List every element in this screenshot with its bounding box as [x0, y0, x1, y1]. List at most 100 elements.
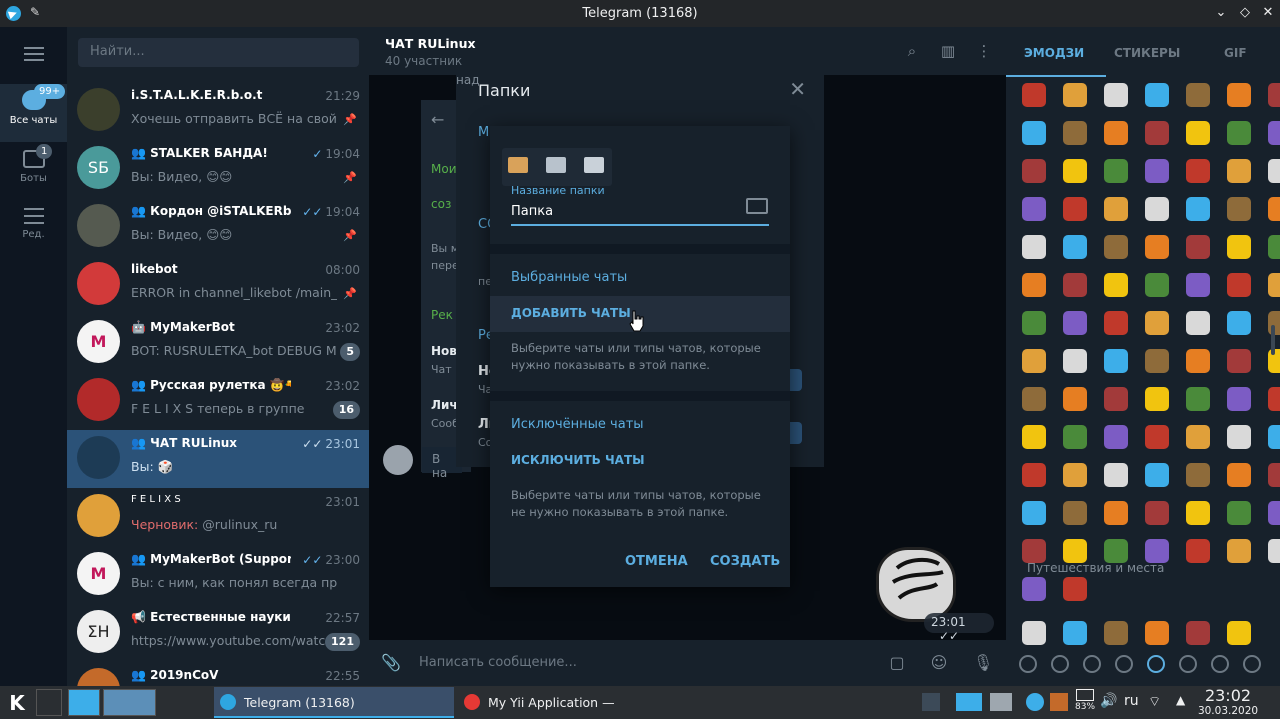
emoji-cell[interactable] [1063, 349, 1087, 373]
emoji-cell[interactable] [1145, 273, 1169, 297]
hamburger-menu-icon[interactable] [24, 47, 44, 61]
volume-icon[interactable]: 🔊 [1100, 693, 1118, 711]
keyboard-layout[interactable]: ru [1124, 693, 1139, 709]
emoji-cell[interactable] [1268, 539, 1280, 563]
emoji-cell[interactable] [1268, 273, 1280, 297]
emoji-cell[interactable] [1104, 387, 1128, 411]
emoji-cell[interactable] [1268, 387, 1280, 411]
folder-icon-option[interactable] [584, 157, 604, 173]
recent-icon[interactable] [1019, 655, 1037, 673]
emoji-cell[interactable] [1063, 159, 1087, 183]
emoji-cell[interactable] [1145, 387, 1169, 411]
rail-item-edit[interactable]: Ред. [0, 200, 67, 258]
create-button[interactable]: СОЗДАТЬ [710, 554, 780, 569]
chat-item[interactable]: M 👥 MyMakerBot (Support) ✓✓ 23:00 Вы: с н… [67, 546, 369, 604]
microphone-icon[interactable]: 🎙 [973, 653, 993, 673]
emoji-cell[interactable] [1022, 425, 1046, 449]
emoji-cell[interactable] [1022, 197, 1046, 221]
emoji-cell[interactable] [1227, 387, 1251, 411]
emoji-cell[interactable] [1022, 273, 1046, 297]
emoji-cell[interactable] [1063, 425, 1087, 449]
emoji-cell[interactable] [1268, 501, 1280, 525]
chat-item[interactable]: 👥 Кордон @iSTALKERbot ✓✓ 19:04 Вы: Видео,… [67, 198, 369, 256]
emoji-cell[interactable] [1186, 425, 1210, 449]
emoji-icon[interactable]: ☺ [929, 653, 949, 673]
emoji-cell[interactable] [1063, 463, 1087, 487]
emoji-cell[interactable] [1186, 501, 1210, 525]
emoji-cell[interactable] [1104, 425, 1128, 449]
emoji-cell[interactable] [1063, 539, 1087, 563]
app-launcher-icon[interactable]: K [4, 690, 30, 716]
back-arrow-icon[interactable]: ← [431, 110, 444, 129]
emoji-cell[interactable] [1104, 501, 1128, 525]
activity-icon[interactable] [1147, 655, 1165, 673]
emoji-cell[interactable] [1227, 197, 1251, 221]
smileys-icon[interactable] [1051, 655, 1069, 673]
folder-name-input[interactable]: Папка [511, 204, 553, 219]
emoji-cell[interactable] [1186, 197, 1210, 221]
emoji-cell[interactable] [1063, 121, 1087, 145]
chat-item[interactable]: M 🤖 MyMakerBot 23:02 BOT: RUSRULETKA_bot… [67, 314, 369, 372]
chat-item[interactable]: F E L I X S 23:01 Черновик: @rulinux_ru [67, 488, 369, 546]
chat-item[interactable]: SБ 👥 STALKER БАНДА! ✓ 19:04 Вы: Видео, 😊😊… [67, 140, 369, 198]
desktop-2[interactable] [103, 689, 156, 716]
emoji-cell[interactable] [1104, 159, 1128, 183]
trash-icon[interactable] [990, 693, 1012, 711]
tray-network-app-icon[interactable] [1026, 693, 1044, 711]
emoji-cell[interactable] [1022, 387, 1046, 411]
emoji-cell[interactable] [1145, 539, 1169, 563]
task-telegram[interactable]: Telegram (13168) [214, 687, 454, 718]
tab-emoji[interactable]: ЭМОДЗИ [1024, 46, 1084, 60]
peek-button[interactable] [790, 422, 802, 444]
chat-item[interactable]: 👥 Русская рулетка 🤠🔫 23:02 F E L I X S т… [67, 372, 369, 430]
emoji-cell[interactable] [1022, 121, 1046, 145]
emoji-cell[interactable] [1227, 463, 1251, 487]
emoji-cell[interactable] [1104, 235, 1128, 259]
objects-icon[interactable] [1211, 655, 1229, 673]
maximize-icon[interactable]: ◇ [1236, 4, 1254, 22]
emoji-cell[interactable] [1145, 501, 1169, 525]
close-window-icon[interactable]: ✕ [1259, 4, 1277, 22]
emoji-cell[interactable] [1104, 311, 1128, 335]
search-input[interactable]: Найти... [78, 38, 359, 67]
emoji-cell[interactable] [1186, 83, 1210, 107]
tab-gif[interactable]: GIF [1224, 46, 1247, 60]
emoji-cell[interactable] [1186, 235, 1210, 259]
emoji-cell[interactable] [1268, 463, 1280, 487]
rail-item-all-chats[interactable]: 99+ Все чаты [0, 84, 67, 142]
clock[interactable]: 23:02 30.03.2020 [1193, 686, 1263, 717]
tray-app-icon[interactable] [922, 693, 940, 711]
cancel-button[interactable]: ОТМЕНА [625, 554, 688, 569]
emoji-cell[interactable] [1104, 83, 1128, 107]
emoji-cell[interactable] [1186, 349, 1210, 373]
pin-icon[interactable]: ✎ [30, 5, 40, 19]
minimize-icon[interactable]: ⌄ [1212, 4, 1230, 22]
folder-icon[interactable] [746, 198, 768, 214]
emoji-cell[interactable] [1063, 197, 1087, 221]
emoji-cell[interactable] [1022, 83, 1046, 107]
emoji-cell[interactable] [1268, 159, 1280, 183]
emoji-cell[interactable] [1145, 159, 1169, 183]
emoji-cell[interactable] [1186, 121, 1210, 145]
emoji-cell[interactable] [1227, 83, 1251, 107]
emoji-cell[interactable] [1145, 83, 1169, 107]
message-input[interactable]: Написать сообщение... [419, 655, 577, 670]
emoji-cell[interactable] [1186, 159, 1210, 183]
emoji-cell[interactable] [1104, 197, 1128, 221]
sidebar-toggle-icon[interactable]: ▥ [939, 42, 957, 60]
chat-item[interactable]: ΣH 📢 Естественные науки 22:57 https://ww… [67, 604, 369, 662]
desktop-1[interactable] [68, 689, 100, 716]
sender-avatar[interactable] [383, 445, 413, 475]
emoji-cell[interactable] [1145, 235, 1169, 259]
emoji-cell[interactable] [1063, 235, 1087, 259]
folder-icon-option[interactable] [508, 157, 528, 173]
more-options-icon[interactable]: ⋮ [975, 42, 993, 60]
emoji-cell[interactable] [1022, 159, 1046, 183]
emoji-cell[interactable] [1063, 577, 1087, 601]
file-manager-icon[interactable] [956, 693, 982, 711]
emoji-cell[interactable] [1227, 159, 1251, 183]
emoji-cell[interactable] [1145, 197, 1169, 221]
emoji-cell[interactable] [1022, 463, 1046, 487]
folder-icon-option[interactable] [546, 157, 566, 173]
emoji-cell[interactable] [1063, 387, 1087, 411]
